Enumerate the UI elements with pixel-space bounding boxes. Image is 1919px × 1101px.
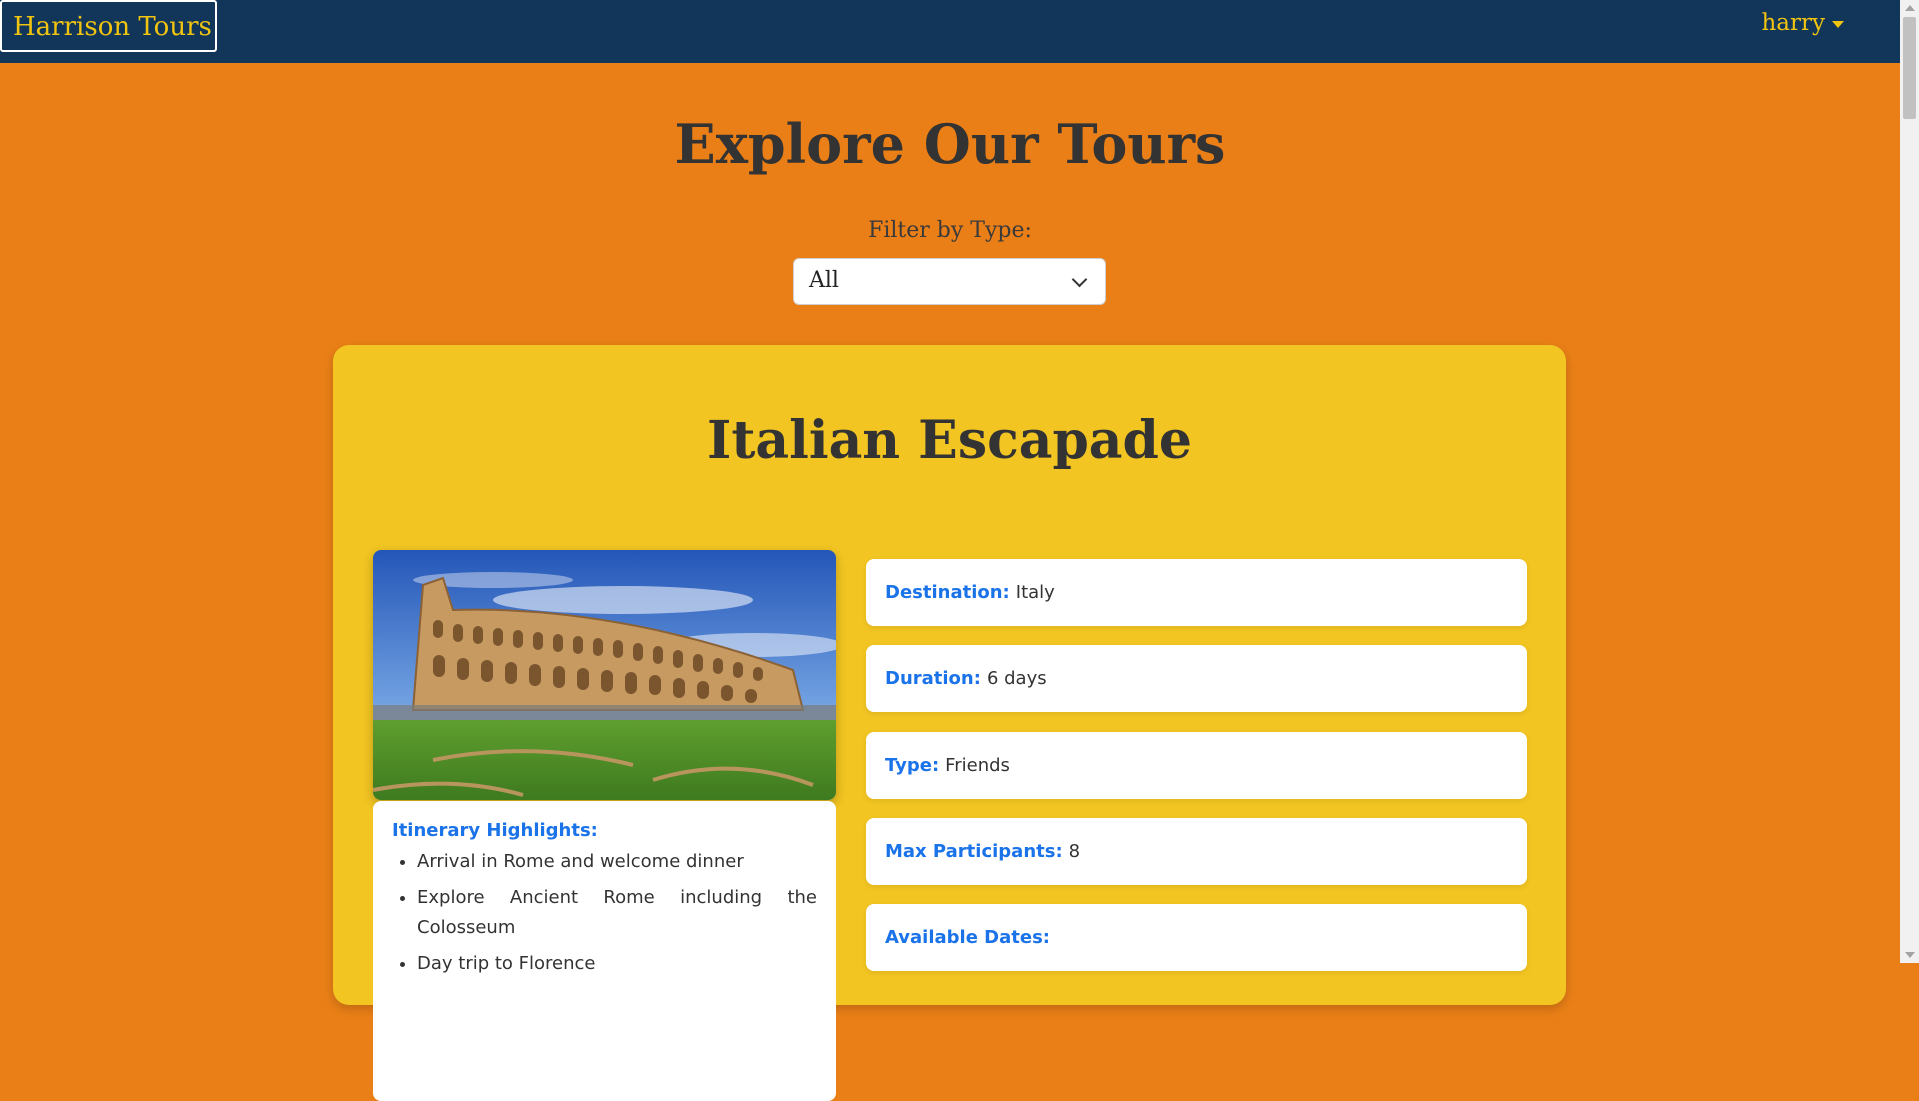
max-participants-box: Max Participants: 8 <box>866 818 1527 885</box>
tour-title: Italian Escapade <box>707 410 1192 471</box>
destination-box: Destination: Italy <box>866 559 1527 626</box>
itinerary-item: Day trip to Florence <box>417 949 817 979</box>
user-name: harry <box>1761 10 1825 36</box>
duration-label: Duration: <box>885 668 981 689</box>
filter-type-select[interactable]: All <box>793 258 1106 305</box>
duration-box: Duration: 6 days <box>866 645 1527 712</box>
destination-label: Destination: <box>885 582 1010 603</box>
itinerary-title: Itinerary Highlights: <box>392 820 598 841</box>
max-participants-label: Max Participants: <box>885 841 1063 862</box>
filter-selected-value: All <box>809 268 839 293</box>
available-dates-box: Available Dates: <box>866 904 1527 971</box>
max-participants-value: 8 <box>1068 841 1081 862</box>
chevron-down-icon <box>1071 271 1088 288</box>
itinerary-item: Arrival in Rome and welcome dinner <box>417 847 817 877</box>
filter-label: Filter by Type: <box>868 218 1032 243</box>
available-dates-label: Available Dates: <box>885 927 1050 948</box>
tour-card: Italian Escapade Itinerary Highlights: •… <box>333 345 1566 1101</box>
itinerary-panel: Itinerary Highlights: Arrival in Rome an… <box>373 801 836 1101</box>
destination-value: Italy <box>1015 582 1055 603</box>
scroll-down-arrow-icon[interactable] <box>1905 952 1915 958</box>
scroll-thumb[interactable] <box>1903 17 1916 119</box>
type-label: Type: <box>885 755 940 776</box>
scroll-up-arrow-icon[interactable] <box>1905 5 1915 11</box>
duration-value: 6 days <box>986 668 1047 689</box>
tour-image-colosseum <box>373 550 836 800</box>
page-title: Explore Our Tours <box>674 112 1226 176</box>
type-value: Friends <box>945 755 1010 776</box>
top-navbar: Harrison Tours harry <box>0 0 1900 63</box>
brand-link[interactable]: Harrison Tours <box>0 0 217 52</box>
itinerary-item: Explore Ancient Rome including the Colos… <box>417 883 817 943</box>
page-scrollbar[interactable] <box>1900 0 1919 963</box>
type-box: Type: Friends <box>866 732 1527 799</box>
caret-down-icon <box>1832 20 1844 28</box>
itinerary-list: Arrival in Rome and welcome dinner Explo… <box>392 847 817 979</box>
user-menu-dropdown[interactable]: harry <box>1761 10 1844 36</box>
